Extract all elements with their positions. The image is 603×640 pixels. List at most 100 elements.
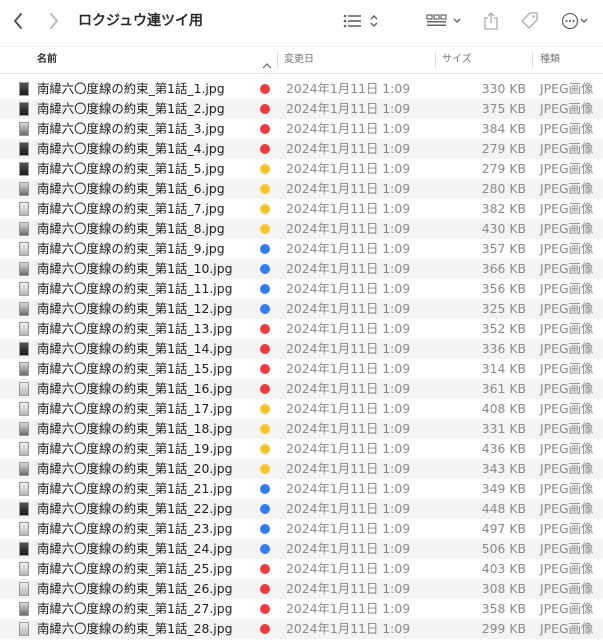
- image-thumbnail-icon: [19, 362, 29, 376]
- file-row[interactable]: 南緯六〇度線の約束_第1話_1.jpg 2024年1月11日 1:09 330 KB…: [0, 79, 603, 99]
- file-row[interactable]: 南緯六〇度線の約束_第1話_14.jpg 2024年1月11日 1:09 336 K…: [0, 339, 603, 359]
- file-row[interactable]: 南緯六〇度線の約束_第1話_19.jpg 2024年1月11日 1:09 436 K…: [0, 439, 603, 459]
- image-thumbnail-icon: [19, 162, 29, 176]
- file-row[interactable]: 南緯六〇度線の約束_第1話_26.jpg 2024年1月11日 1:09 308 K…: [0, 579, 603, 599]
- file-kind: JPEG画像: [540, 361, 594, 376]
- column-name[interactable]: 名前: [37, 47, 57, 73]
- file-row[interactable]: 南緯六〇度線の約束_第1話_23.jpg 2024年1月11日 1:09 497 K…: [0, 519, 603, 539]
- share-icon[interactable]: [480, 9, 502, 33]
- file-date: 2024年1月11日 1:09: [286, 421, 411, 436]
- file-name: 南緯六〇度線の約束_第1話_26.jpg: [37, 581, 233, 596]
- list-view-icon[interactable]: [342, 9, 382, 33]
- file-date: 2024年1月11日 1:09: [286, 521, 411, 536]
- more-icon[interactable]: [560, 9, 590, 33]
- color-tag-icon: [260, 144, 270, 154]
- file-size: 279 KB: [481, 161, 526, 176]
- file-name: 南緯六〇度線の約束_第1話_17.jpg: [37, 401, 233, 416]
- file-row[interactable]: 南緯六〇度線の約束_第1話_16.jpg 2024年1月11日 1:09 361 K…: [0, 379, 603, 399]
- gallery-view-icon[interactable]: [425, 9, 465, 33]
- color-tag-icon: [260, 204, 270, 214]
- file-kind: JPEG画像: [540, 521, 594, 536]
- column-divider[interactable]: [532, 52, 533, 68]
- file-size: 308 KB: [481, 581, 526, 596]
- file-row[interactable]: 南緯六〇度線の約束_第1話_13.jpg 2024年1月11日 1:09 352 K…: [0, 319, 603, 339]
- color-tag-icon: [260, 244, 270, 254]
- file-name: 南緯六〇度線の約束_第1話_14.jpg: [37, 341, 233, 356]
- file-row[interactable]: 南緯六〇度線の約束_第1話_3.jpg 2024年1月11日 1:09 384 KB…: [0, 119, 603, 139]
- image-thumbnail-icon: [19, 402, 29, 416]
- file-row[interactable]: 南緯六〇度線の約束_第1話_11.jpg 2024年1月11日 1:09 356 K…: [0, 279, 603, 299]
- column-date[interactable]: 変更日: [284, 47, 314, 73]
- image-thumbnail-icon: [19, 282, 29, 296]
- file-name: 南緯六〇度線の約束_第1話_21.jpg: [37, 481, 233, 496]
- file-name: 南緯六〇度線の約束_第1話_1.jpg: [37, 81, 225, 96]
- color-tag-icon: [260, 304, 270, 314]
- file-date: 2024年1月11日 1:09: [286, 541, 411, 556]
- file-kind: JPEG画像: [540, 201, 594, 216]
- forward-icon[interactable]: [44, 9, 64, 33]
- column-kind[interactable]: 種類: [540, 47, 560, 73]
- file-row[interactable]: 南緯六〇度線の約束_第1話_2.jpg 2024年1月11日 1:09 375 KB…: [0, 99, 603, 119]
- file-name: 南緯六〇度線の約束_第1話_18.jpg: [37, 421, 233, 436]
- file-kind: JPEG画像: [540, 541, 594, 556]
- file-size: 430 KB: [481, 221, 526, 236]
- file-name: 南緯六〇度線の約束_第1話_5.jpg: [37, 161, 225, 176]
- image-thumbnail-icon: [19, 242, 29, 256]
- file-row[interactable]: 南緯六〇度線の約束_第1話_21.jpg 2024年1月11日 1:09 349 K…: [0, 479, 603, 499]
- file-row[interactable]: 南緯六〇度線の約束_第1話_9.jpg 2024年1月11日 1:09 357 KB…: [0, 239, 603, 259]
- file-date: 2024年1月11日 1:09: [286, 161, 411, 176]
- file-kind: JPEG画像: [540, 241, 594, 256]
- file-name: 南緯六〇度線の約束_第1話_25.jpg: [37, 561, 233, 576]
- file-row[interactable]: 南緯六〇度線の約束_第1話_17.jpg 2024年1月11日 1:09 408 K…: [0, 399, 603, 419]
- file-row[interactable]: 南緯六〇度線の約束_第1話_7.jpg 2024年1月11日 1:09 382 KB…: [0, 199, 603, 219]
- file-size: 448 KB: [481, 501, 526, 516]
- file-row[interactable]: 南緯六〇度線の約束_第1話_27.jpg 2024年1月11日 1:09 358 K…: [0, 599, 603, 619]
- file-size: 384 KB: [481, 121, 526, 136]
- column-size[interactable]: サイズ: [442, 47, 472, 73]
- file-date: 2024年1月11日 1:09: [286, 441, 411, 456]
- file-date: 2024年1月11日 1:09: [286, 201, 411, 216]
- file-list: 南緯六〇度線の約束_第1話_1.jpg 2024年1月11日 1:09 330 KB…: [0, 79, 603, 639]
- file-size: 299 KB: [481, 621, 526, 636]
- toolbar: ロクジュウ連ツイ用: [0, 0, 603, 44]
- file-row[interactable]: 南緯六〇度線の約束_第1話_8.jpg 2024年1月11日 1:09 430 KB…: [0, 219, 603, 239]
- file-row[interactable]: 南緯六〇度線の約束_第1話_12.jpg 2024年1月11日 1:09 325 K…: [0, 299, 603, 319]
- file-date: 2024年1月11日 1:09: [286, 241, 411, 256]
- file-size: 325 KB: [481, 301, 526, 316]
- file-name: 南緯六〇度線の約束_第1話_10.jpg: [37, 261, 233, 276]
- file-row[interactable]: 南緯六〇度線の約束_第1話_24.jpg 2024年1月11日 1:09 506 K…: [0, 539, 603, 559]
- file-date: 2024年1月11日 1:09: [286, 121, 411, 136]
- column-divider[interactable]: [435, 52, 436, 68]
- color-tag-icon: [260, 624, 270, 634]
- file-row[interactable]: 南緯六〇度線の約束_第1話_10.jpg 2024年1月11日 1:09 366 K…: [0, 259, 603, 279]
- color-tag-icon: [260, 124, 270, 134]
- file-row[interactable]: 南緯六〇度線の約束_第1話_25.jpg 2024年1月11日 1:09 403 K…: [0, 559, 603, 579]
- file-row[interactable]: 南緯六〇度線の約束_第1話_22.jpg 2024年1月11日 1:09 448 K…: [0, 499, 603, 519]
- tag-icon[interactable]: [518, 9, 542, 33]
- file-date: 2024年1月11日 1:09: [286, 381, 411, 396]
- file-row[interactable]: 南緯六〇度線の約束_第1話_4.jpg 2024年1月11日 1:09 279 KB…: [0, 139, 603, 159]
- file-row[interactable]: 南緯六〇度線の約束_第1話_6.jpg 2024年1月11日 1:09 280 KB…: [0, 179, 603, 199]
- file-name: 南緯六〇度線の約束_第1話_2.jpg: [37, 101, 225, 116]
- file-date: 2024年1月11日 1:09: [286, 621, 411, 636]
- file-date: 2024年1月11日 1:09: [286, 81, 411, 96]
- file-name: 南緯六〇度線の約束_第1話_11.jpg: [37, 281, 233, 296]
- file-name: 南緯六〇度線の約束_第1話_13.jpg: [37, 321, 233, 336]
- file-row[interactable]: 南緯六〇度線の約束_第1話_5.jpg 2024年1月11日 1:09 279 KB…: [0, 159, 603, 179]
- file-kind: JPEG画像: [540, 461, 594, 476]
- file-name: 南緯六〇度線の約束_第1話_23.jpg: [37, 521, 233, 536]
- file-size: 356 KB: [481, 281, 526, 296]
- file-row[interactable]: 南緯六〇度線の約束_第1話_20.jpg 2024年1月11日 1:09 343 K…: [0, 459, 603, 479]
- file-size: 330 KB: [481, 81, 526, 96]
- color-tag-icon: [260, 364, 270, 374]
- file-size: 358 KB: [481, 601, 526, 616]
- image-thumbnail-icon: [19, 122, 29, 136]
- file-row[interactable]: 南緯六〇度線の約束_第1話_18.jpg 2024年1月11日 1:09 331 K…: [0, 419, 603, 439]
- color-tag-icon: [260, 444, 270, 454]
- file-row[interactable]: 南緯六〇度線の約束_第1話_28.jpg 2024年1月11日 1:09 299 K…: [0, 619, 603, 639]
- file-kind: JPEG画像: [540, 321, 594, 336]
- file-row[interactable]: 南緯六〇度線の約束_第1話_15.jpg 2024年1月11日 1:09 314 K…: [0, 359, 603, 379]
- image-thumbnail-icon: [19, 522, 29, 536]
- back-icon[interactable]: [8, 9, 28, 33]
- column-divider[interactable]: [277, 52, 278, 68]
